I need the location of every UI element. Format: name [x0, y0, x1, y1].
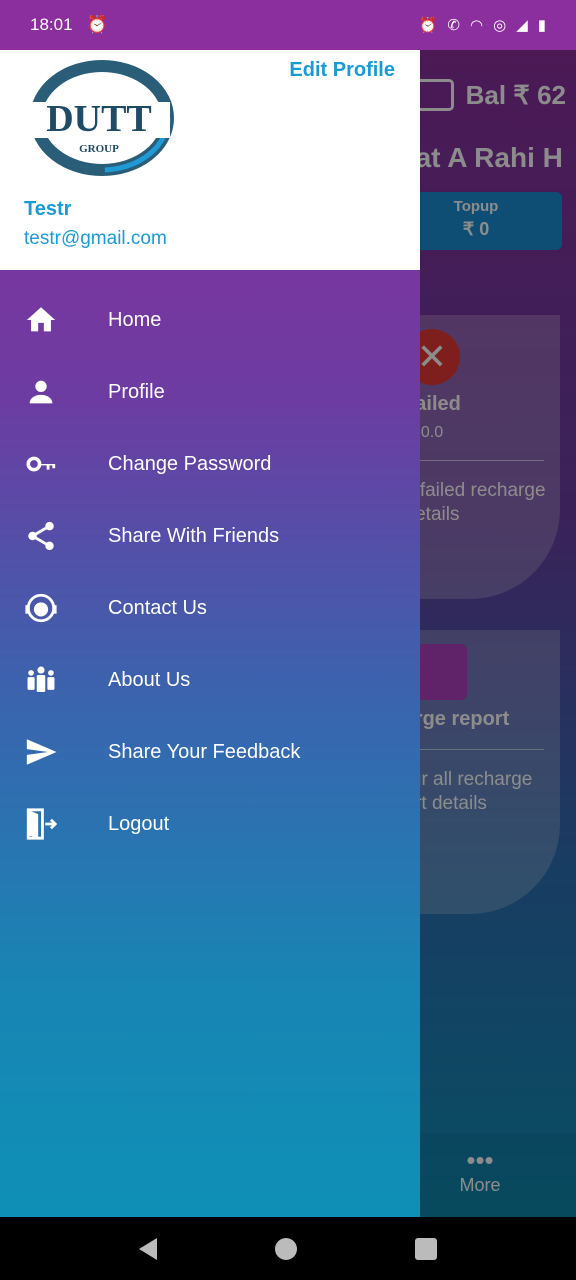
status-bar: 18:01 ⏰ ⏰ ✆ ◠ ◎ ◢ ▮: [0, 0, 576, 50]
menu-item-profile[interactable]: Profile: [0, 356, 420, 428]
navigation-drawer: DUTT GROUP Edit Profile Testr testr@gmai…: [0, 50, 420, 1217]
menu-item-contact-us[interactable]: Contact Us: [0, 572, 420, 644]
menu-item-logout[interactable]: Logout: [0, 788, 420, 860]
support-agent-icon: [0, 591, 108, 625]
svg-text:GROUP: GROUP: [79, 143, 119, 155]
wifi-call-icon: ✆: [447, 17, 460, 34]
battery-icon: ▮: [537, 17, 546, 34]
alarm-icon: ⏰: [86, 15, 108, 34]
menu-item-change-password[interactable]: Change Password: [0, 428, 420, 500]
status-time: 18:01: [30, 15, 73, 34]
system-navigation-bar: [0, 1217, 576, 1280]
wifi-icon: ◠: [470, 17, 484, 34]
home-button[interactable]: [275, 1237, 297, 1260]
menu-item-about-us[interactable]: About Us: [0, 644, 420, 716]
menu-item-home[interactable]: Home: [0, 284, 420, 356]
home-icon: [0, 303, 108, 337]
back-button[interactable]: [139, 1237, 157, 1260]
share-icon: [0, 519, 108, 553]
logout-door-icon: [0, 807, 108, 841]
drawer-menu: Home Profile Change Password Share With …: [0, 284, 420, 860]
edit-profile-link[interactable]: Edit Profile: [289, 59, 395, 82]
group-icon: [0, 663, 108, 697]
alarm-icon: ⏰: [418, 17, 438, 34]
menu-item-share-with-friends[interactable]: Share With Friends: [0, 500, 420, 572]
user-email: testr@gmail.com: [24, 228, 167, 249]
dutt-group-logo: DUTT GROUP: [28, 60, 174, 176]
svg-text:DUTT: DUTT: [46, 98, 152, 140]
key-icon: [0, 447, 108, 481]
drawer-header: DUTT GROUP Edit Profile Testr testr@gmai…: [0, 50, 420, 270]
signal-icon: ◢: [516, 17, 528, 34]
recents-button[interactable]: [415, 1237, 437, 1260]
send-icon: [0, 735, 108, 769]
person-icon: [0, 375, 108, 409]
menu-item-share-your-feedback[interactable]: Share Your Feedback: [0, 716, 420, 788]
user-name: Testr: [24, 198, 72, 220]
hotspot-icon: ◎: [493, 17, 507, 34]
